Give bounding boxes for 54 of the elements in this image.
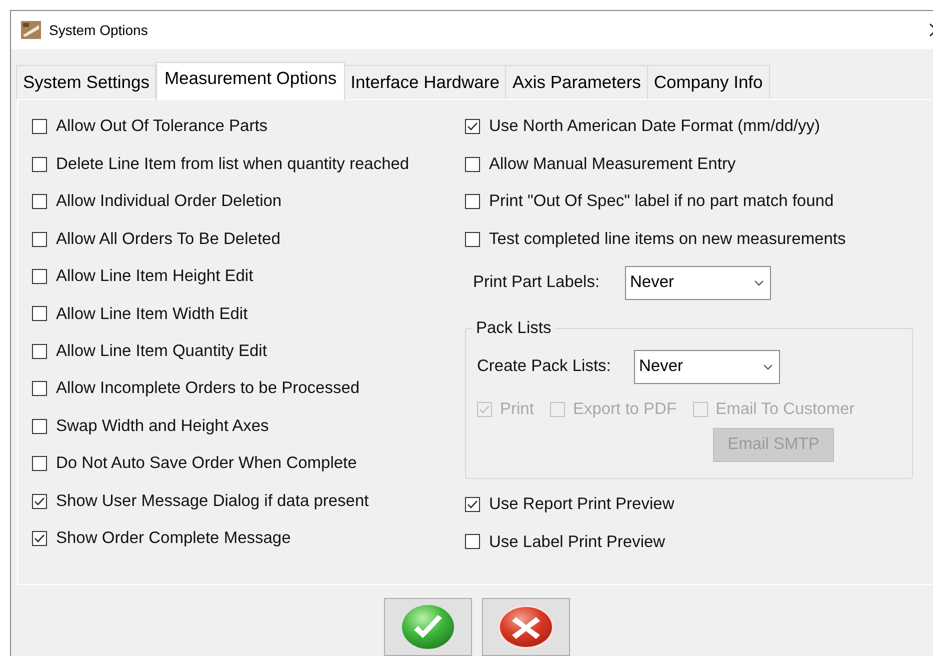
option-label: Show User Message Dialog if data present <box>56 490 369 512</box>
option-label: Allow Individual Order Deletion <box>56 191 282 212</box>
option-label: Use Report Print Preview <box>489 494 674 516</box>
option-label: Allow Line Item Height Edit <box>56 266 254 288</box>
create-pack-lists-label: Create Pack Lists: <box>477 356 612 378</box>
print-part-labels-dropdown[interactable]: Never <box>625 266 771 300</box>
checkbox[interactable] <box>32 119 47 134</box>
option-label: Allow Manual Measurement Entry <box>489 154 736 175</box>
checkbox[interactable] <box>32 232 47 247</box>
option-label: Do Not Auto Save Order When Complete <box>56 453 357 474</box>
cancel-button[interactable] <box>482 598 570 656</box>
option-label: Show Order Complete Message <box>56 528 291 550</box>
option-label: Email To Customer <box>716 399 855 420</box>
ok-button[interactable] <box>384 598 472 656</box>
option-label: Allow All Orders To Be Deleted <box>56 228 280 250</box>
checkbox[interactable] <box>465 194 480 210</box>
checkbox[interactable] <box>465 496 480 512</box>
print-part-labels-label: Print Part Labels: <box>473 272 601 294</box>
checkbox[interactable] <box>32 306 47 322</box>
tab[interactable]: Company Info <box>646 65 770 99</box>
checkbox[interactable] <box>32 194 47 210</box>
checkbox[interactable] <box>465 232 480 247</box>
option-label: Delete Line Item from list when quantity reached <box>56 154 410 175</box>
check-icon <box>400 604 454 650</box>
option-label: Use Label Print Preview <box>489 532 666 553</box>
checkbox[interactable] <box>465 119 480 134</box>
option-label: Allow Out Of Tolerance Parts <box>56 116 268 138</box>
checkbox[interactable] <box>465 156 480 172</box>
checkbox[interactable] <box>32 531 47 546</box>
option-label: Allow Line Item Quantity Edit <box>56 340 267 362</box>
checkbox[interactable] <box>32 268 47 284</box>
chevron-icon <box>763 364 773 370</box>
app-icon <box>21 21 41 39</box>
tab[interactable]: Measurement Options <box>156 62 345 100</box>
checkbox[interactable] <box>32 418 47 434</box>
option-label: Allow Incomplete Orders to be Processed <box>56 378 360 400</box>
option-label: Allow Line Item Width Edit <box>56 304 248 325</box>
option-label: Use North American Date Format (mm/dd/yy) <box>489 116 820 138</box>
checkbox[interactable] <box>32 381 47 396</box>
checkbox[interactable] <box>465 534 480 550</box>
window-title: System Options <box>49 20 148 40</box>
checkbox[interactable] <box>32 456 47 472</box>
checkbox[interactable] <box>32 156 47 172</box>
option-label: Print <box>500 399 534 420</box>
checkbox[interactable] <box>32 494 47 509</box>
option-label: Print "Out Of Spec" label if no part match found <box>489 191 834 212</box>
close-icon <box>496 604 554 650</box>
option-label: Test completed line items on new measurements <box>489 228 846 250</box>
checkbox[interactable] <box>32 344 47 359</box>
create-pack-lists-dropdown[interactable]: Never <box>634 350 780 384</box>
tab[interactable]: System Settings <box>16 65 156 99</box>
chevron-icon <box>754 280 764 286</box>
option-label: Export to PDF <box>572 399 677 420</box>
option-label: Swap Width and Height Axes <box>56 416 269 437</box>
